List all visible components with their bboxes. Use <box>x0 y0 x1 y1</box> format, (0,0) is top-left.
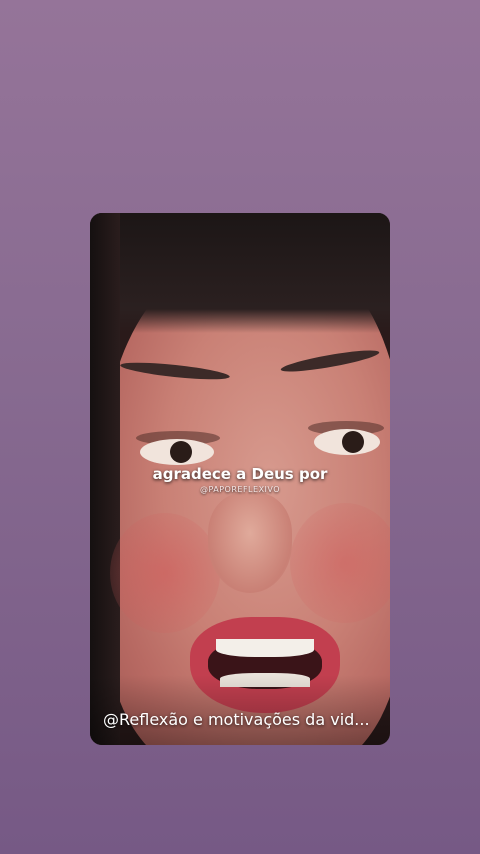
story-title-link[interactable]: @Reflexão e motivações da vid... <box>103 710 381 729</box>
hair <box>90 213 390 333</box>
eye-left <box>140 439 214 465</box>
video-caption-text: agradece a Deus por <box>152 465 328 483</box>
eye-right <box>314 429 380 455</box>
video-watermark-handle: @PAPOREFLEXIVO <box>199 485 281 494</box>
nose <box>208 493 292 593</box>
cheek-right <box>290 503 390 623</box>
cheek-left <box>110 513 220 633</box>
video-card[interactable]: agradece a Deus por @PAPOREFLEXIVO @Refl… <box>90 213 390 745</box>
